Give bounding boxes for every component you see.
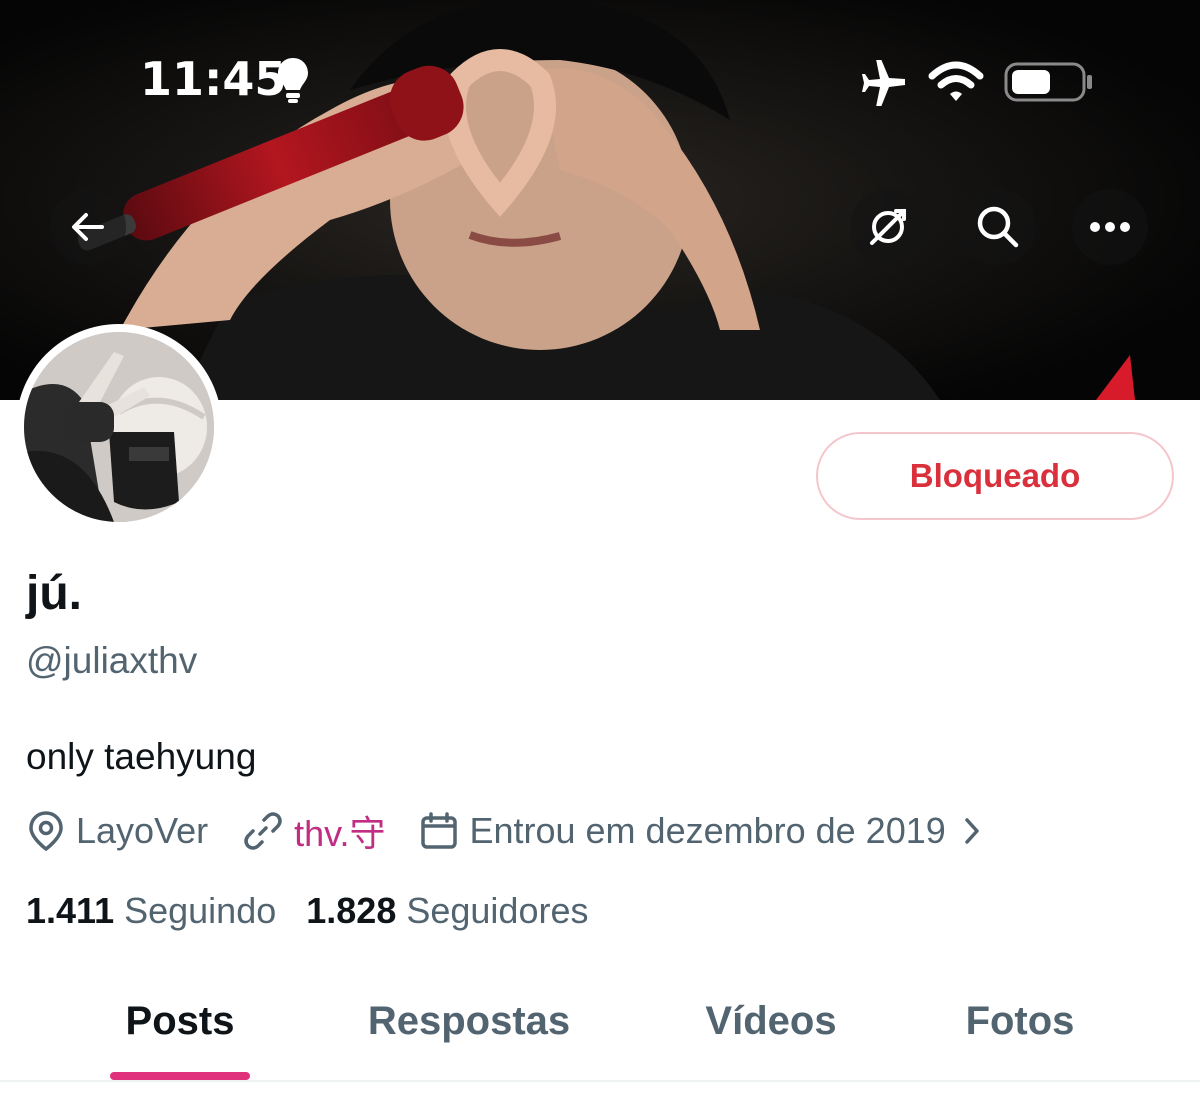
avatar[interactable] bbox=[16, 324, 222, 530]
tab-replies[interactable]: Respostas bbox=[350, 990, 588, 1052]
battery-icon bbox=[1004, 62, 1092, 102]
follow-stats: 1.411 Seguindo 1.828 Seguidores bbox=[26, 890, 618, 932]
display-name: jú. bbox=[26, 567, 82, 620]
location-pin-icon bbox=[29, 811, 63, 852]
followers-label[interactable]: Seguidores bbox=[406, 890, 588, 932]
lightbulb-icon bbox=[278, 58, 308, 103]
bio: only taehyung bbox=[26, 736, 257, 777]
followers-count[interactable]: 1.828 bbox=[306, 890, 396, 932]
more-button[interactable] bbox=[1072, 189, 1148, 265]
translate-button[interactable] bbox=[850, 189, 926, 265]
avatar-image bbox=[24, 332, 214, 522]
active-tab-indicator bbox=[110, 1072, 250, 1080]
join-date[interactable]: Entrou em dezembro de 2019 bbox=[419, 810, 991, 852]
tab-posts[interactable]: Posts bbox=[110, 990, 250, 1052]
website-link[interactable]: thv.守 bbox=[294, 805, 385, 857]
user-handle: @juliaxthv bbox=[26, 640, 198, 681]
search-button[interactable] bbox=[960, 189, 1036, 265]
airplane-icon bbox=[862, 60, 905, 106]
translate-icon bbox=[870, 209, 906, 245]
website[interactable]: thv.守 bbox=[242, 805, 385, 857]
more-icon bbox=[1090, 222, 1130, 232]
join-date-text: Entrou em dezembro de 2019 bbox=[469, 810, 946, 851]
following-count[interactable]: 1.411 bbox=[26, 890, 114, 932]
following-label[interactable]: Seguindo bbox=[124, 890, 276, 932]
link-icon bbox=[244, 812, 282, 850]
location: LayoVer bbox=[26, 810, 208, 852]
blocked-button[interactable]: Bloqueado bbox=[816, 432, 1174, 520]
search-icon bbox=[977, 206, 1019, 248]
back-arrow-icon bbox=[72, 213, 104, 241]
location-text: LayoVer bbox=[76, 810, 209, 851]
profile-meta: LayoVer thv.守 Entrou em dezembro de 2019 bbox=[26, 806, 1026, 856]
tab-photos[interactable]: Fotos bbox=[950, 990, 1090, 1052]
tabs-divider bbox=[0, 1080, 1200, 1082]
chevron-right-icon bbox=[965, 818, 979, 844]
profile-tabs: Posts Respostas Vídeos Fotos bbox=[0, 990, 1200, 1082]
back-button[interactable] bbox=[50, 189, 126, 265]
status-time: 11:45 bbox=[140, 52, 287, 106]
profile-banner: 11:45 bbox=[0, 0, 1200, 400]
tab-videos[interactable]: Vídeos bbox=[690, 990, 852, 1052]
calendar-icon bbox=[421, 812, 458, 849]
wifi-icon bbox=[928, 61, 984, 101]
